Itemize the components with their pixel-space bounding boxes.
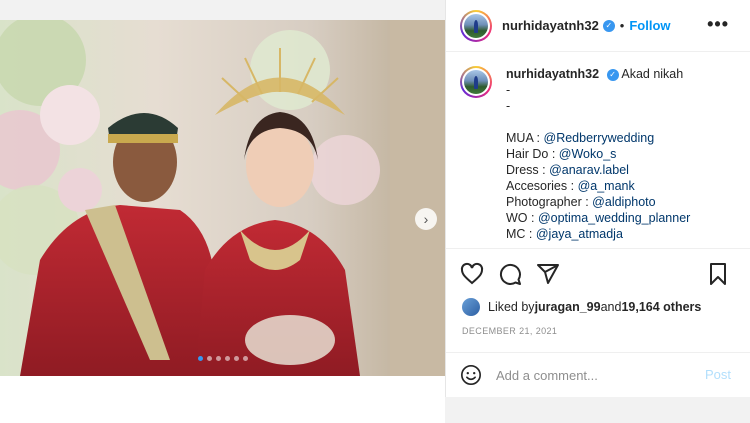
comment-input[interactable] — [496, 367, 686, 383]
action-bar — [460, 262, 560, 286]
caption-dash: - — [506, 83, 511, 97]
mention-link[interactable]: @anarav.label — [549, 163, 629, 177]
carousel-dot — [242, 356, 248, 361]
post-header: nurhidayatnh32 ✓ • Follow ••• — [446, 0, 750, 52]
emoji-icon[interactable] — [460, 364, 482, 386]
carousel-dot — [224, 356, 230, 361]
caption-avatar[interactable] — [460, 66, 492, 98]
mention-link[interactable]: @aldiphoto — [592, 195, 655, 209]
carousel-indicator — [0, 356, 445, 361]
header-separator: • — [619, 18, 625, 33]
caption-username[interactable]: nurhidayatnh32 — [506, 67, 599, 81]
caption-area: nurhidayatnh32 ✓ Akad nikah - - MUA : @R… — [446, 52, 750, 248]
post-comment-button[interactable]: Post — [705, 367, 731, 382]
credit-line: Dress : @anarav.label — [506, 163, 629, 177]
credit-line: Hair Do : @Woko_s — [506, 147, 617, 161]
mention-link[interactable]: @a_mank — [578, 179, 635, 193]
others-count[interactable]: 19,164 others — [621, 300, 701, 314]
mention-link[interactable]: @Woko_s — [559, 147, 617, 161]
carousel-dot — [206, 356, 212, 361]
verified-badge-icon: ✓ — [602, 19, 615, 32]
mention-link[interactable]: @Redberrywedding — [544, 131, 655, 145]
likes-summary: Liked by juragan_99 and 19,164 others — [462, 298, 701, 316]
post-date[interactable]: DECEMBER 21, 2021 — [462, 326, 557, 336]
verified-badge-icon: ✓ — [606, 68, 619, 81]
heart-icon[interactable] — [460, 262, 484, 286]
top-strip — [0, 0, 445, 20]
credit-line: MC : @jaya_atmadja — [506, 227, 623, 241]
caption-dash: - — [506, 99, 511, 113]
profile-picture — [464, 70, 488, 94]
mention-link[interactable]: @jaya_atmadja — [536, 227, 623, 241]
next-image-button[interactable]: › — [415, 208, 437, 230]
page-background — [0, 376, 445, 423]
carousel-dot — [233, 356, 239, 361]
credit-line: Accesories : @a_mank — [506, 179, 635, 193]
post-image[interactable]: › — [0, 20, 445, 376]
follow-button[interactable]: Follow — [629, 18, 670, 33]
header-username[interactable]: nurhidayatnh32 — [502, 18, 599, 33]
bookmark-icon[interactable] — [706, 262, 730, 286]
carousel-dot — [215, 356, 221, 361]
divider — [446, 248, 750, 249]
liker-username[interactable]: juragan_99 — [535, 300, 601, 314]
chevron-right-icon: › — [423, 211, 429, 227]
instagram-post-window: › nurhidayatnh32 ✓ • Follow ••• nurhiday… — [0, 0, 750, 423]
more-options-icon[interactable]: ••• — [707, 14, 729, 35]
comment-icon[interactable] — [498, 262, 522, 286]
wedding-photo — [0, 20, 445, 376]
carousel-dot — [197, 356, 203, 361]
post-side-panel: nurhidayatnh32 ✓ • Follow ••• nurhidayat… — [445, 0, 750, 397]
caption-text: nurhidayatnh32 ✓ Akad nikah - - MUA : @R… — [506, 66, 690, 242]
credit-line: MUA : @Redberrywedding — [506, 131, 655, 145]
mention-link[interactable]: @optima_wedding_planner — [538, 211, 690, 225]
profile-picture — [464, 13, 488, 38]
share-icon[interactable] — [536, 262, 560, 286]
caption-title: Akad nikah — [621, 67, 684, 81]
credit-line: WO : @optima_wedding_planner — [506, 211, 691, 225]
liker-avatar[interactable] — [462, 298, 480, 316]
avatar[interactable] — [460, 9, 492, 42]
credit-line: Photographer : @aldiphoto — [506, 195, 656, 209]
comment-bar: Post — [446, 352, 750, 397]
